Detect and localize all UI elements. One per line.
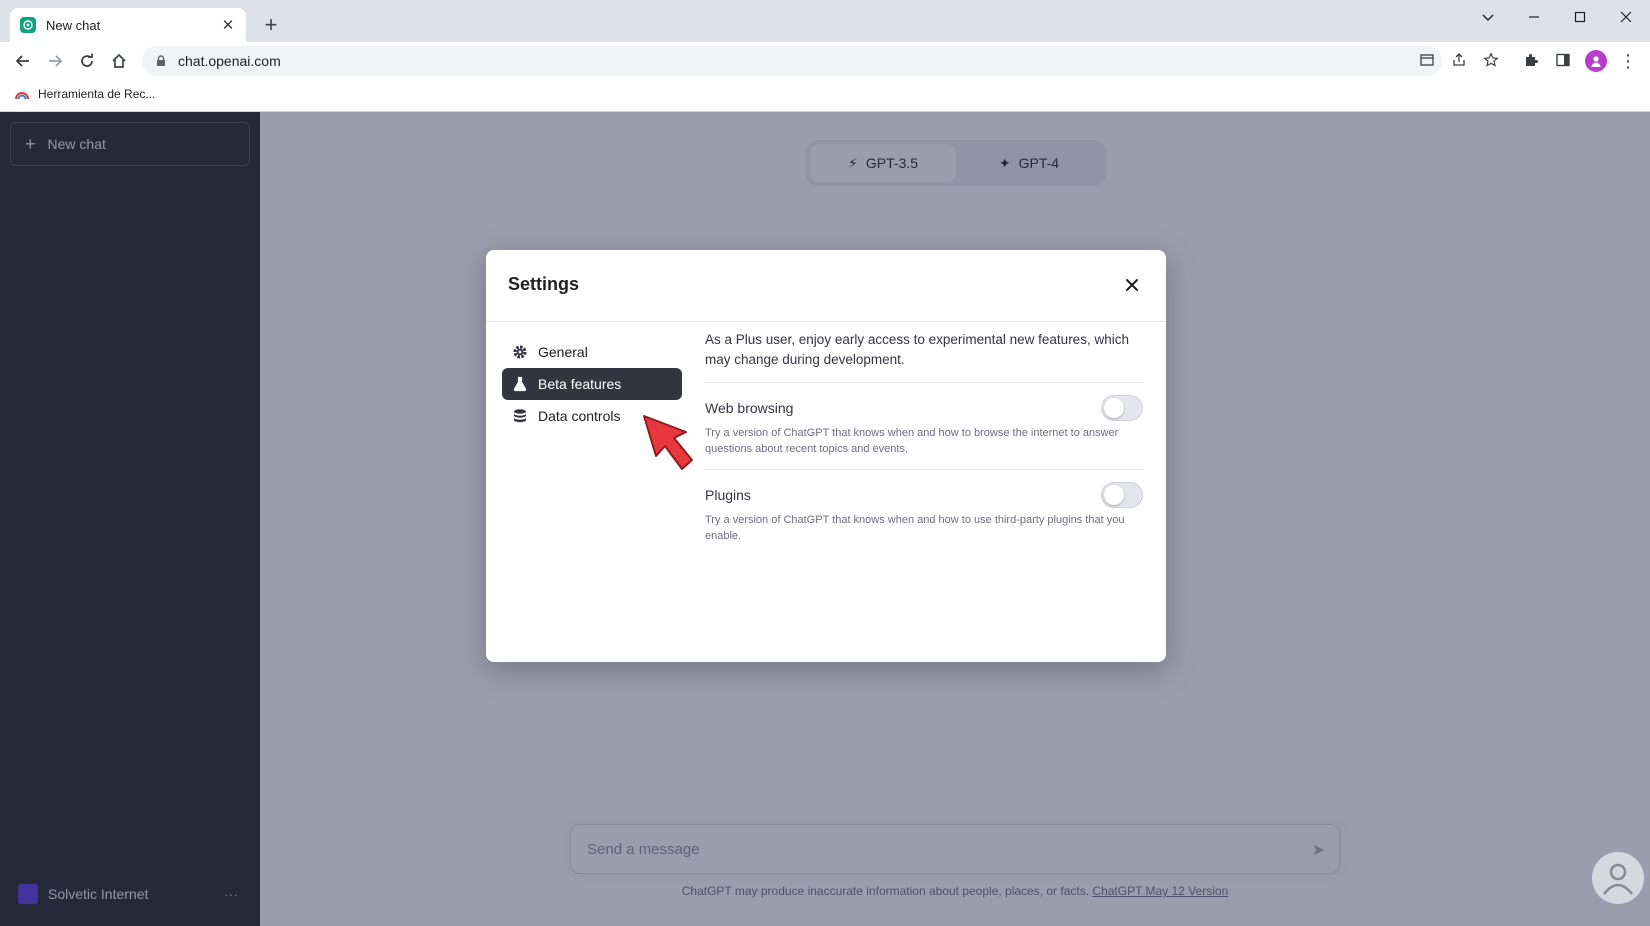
nav-label: Beta features: [538, 376, 622, 392]
extensions-icon[interactable]: [1520, 49, 1542, 71]
bookmarks-bar: Herramienta de Rec...: [0, 80, 1650, 112]
dialog-title: Settings: [508, 274, 580, 294]
tab-general[interactable]: General: [502, 336, 682, 368]
plugins-toggle[interactable]: [1101, 482, 1143, 508]
maximize-icon[interactable]: [1563, 6, 1597, 28]
gear-icon: [512, 344, 528, 360]
lock-icon: [157, 55, 165, 66]
profile-avatar[interactable]: [1585, 50, 1607, 72]
tab-strip: New chat ✕ +: [0, 0, 1650, 42]
minimize-icon[interactable]: [1517, 6, 1551, 28]
install-app-icon[interactable]: [1416, 49, 1438, 71]
reload-icon[interactable]: [74, 48, 100, 74]
settings-dialog: Settings General Beta features Data cont…: [486, 250, 1166, 662]
window-close-icon[interactable]: [1609, 6, 1643, 28]
new-tab-button[interactable]: +: [260, 14, 282, 36]
beta-features-panel: As a Plus user, enjoy early access to ex…: [705, 330, 1143, 556]
forward-icon[interactable]: [42, 48, 68, 74]
beta-intro-text: As a Plus user, enjoy early access to ex…: [705, 330, 1143, 383]
tab-beta-features[interactable]: Beta features: [502, 368, 682, 400]
bookmark-item[interactable]: Herramienta de Rec...: [14, 86, 155, 102]
browser-menu-icon[interactable]: ⋮: [1618, 50, 1638, 72]
feature-name: Plugins: [705, 487, 751, 503]
feature-description: Try a version of ChatGPT that knows when…: [705, 427, 1119, 455]
flask-icon: [512, 376, 528, 392]
bookmark-label: Herramienta de Rec...: [38, 87, 156, 101]
openai-icon: [20, 17, 36, 33]
nav-label: Data controls: [538, 408, 621, 424]
browser-tab[interactable]: New chat ✕: [10, 8, 246, 42]
bookmark-star-icon[interactable]: [1480, 49, 1502, 71]
tab-close-icon[interactable]: ✕: [220, 17, 236, 34]
home-icon[interactable]: [106, 48, 132, 74]
browser-toolbar: chat.openai.com ⋮: [0, 42, 1650, 80]
address-bar[interactable]: chat.openai.com: [142, 46, 1442, 76]
tab-title: New chat: [46, 17, 101, 33]
feature-description: Try a version of ChatGPT that knows when…: [705, 514, 1125, 542]
pointer-arrow-icon: [643, 415, 693, 470]
feature-web-browsing: Web browsing Try a version of ChatGPT th…: [705, 383, 1143, 470]
close-icon[interactable]: [1120, 273, 1144, 297]
chat-page: + New chat Solvetic Internet ··· ⚡ GPT-3…: [0, 112, 1650, 926]
toggle-knob: [1104, 485, 1124, 505]
chevron-down-icon[interactable]: [1471, 6, 1505, 28]
web-browsing-toggle[interactable]: [1101, 395, 1143, 421]
feature-plugins: Plugins Try a version of ChatGPT that kn…: [705, 470, 1143, 556]
database-icon: [512, 408, 528, 424]
dialog-header: Settings: [486, 250, 1166, 322]
url-text: chat.openai.com: [178, 53, 281, 69]
side-panel-icon[interactable]: [1552, 49, 1574, 71]
share-icon[interactable]: [1448, 49, 1470, 71]
back-icon[interactable]: [10, 48, 36, 74]
toggle-knob: [1104, 398, 1124, 418]
watermark-logo: [1592, 852, 1644, 904]
bookmark-favicon: [15, 92, 29, 100]
feature-name: Web browsing: [705, 400, 794, 416]
nav-label: General: [538, 344, 588, 360]
